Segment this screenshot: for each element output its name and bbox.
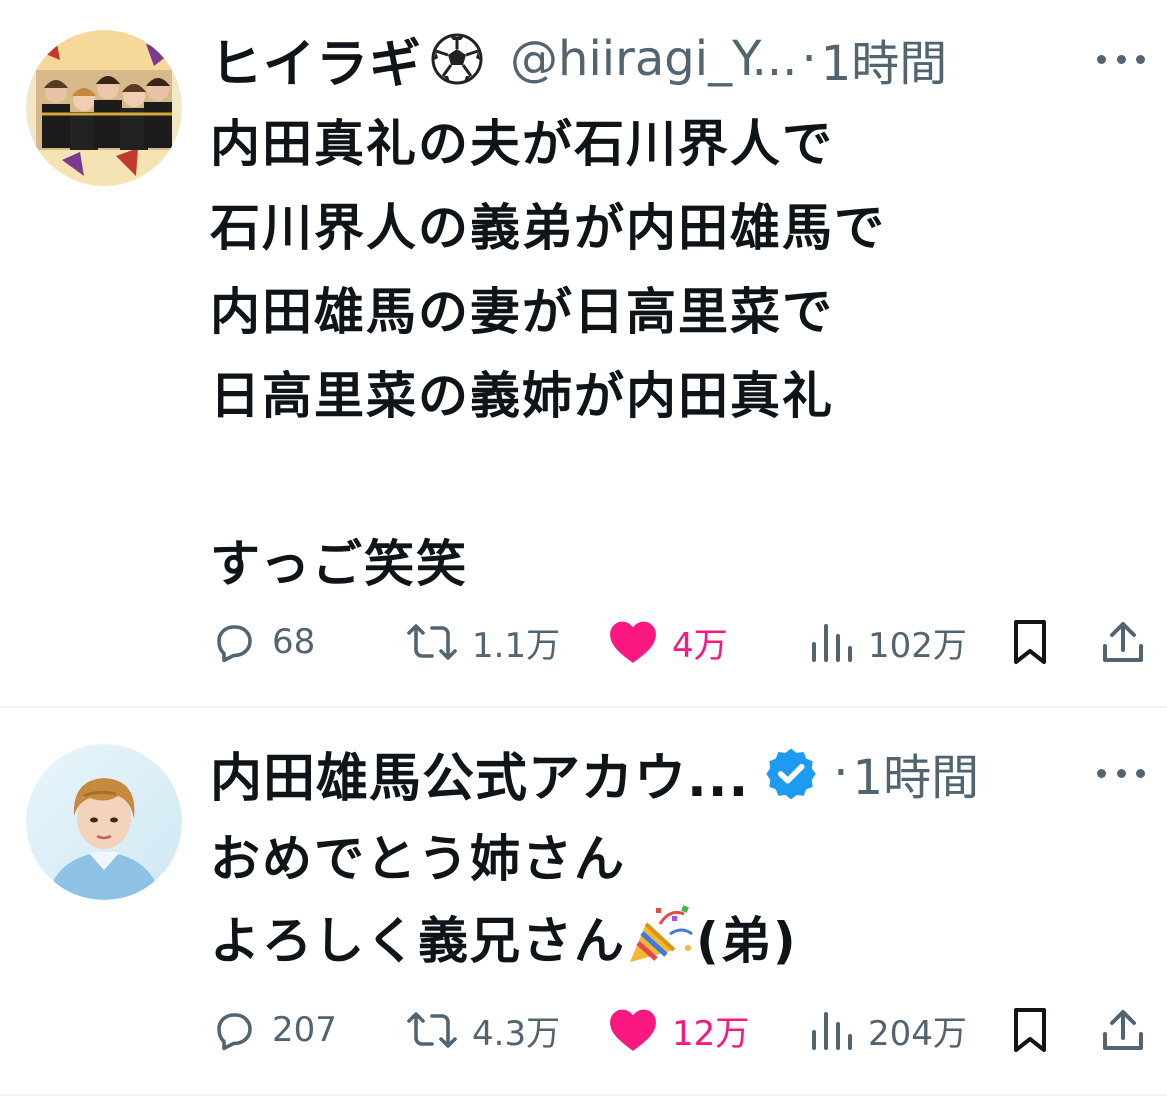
bookmark-icon — [1014, 620, 1046, 664]
soccer-ball-icon — [431, 33, 483, 85]
tweet-text-line: おめでとう姉さん — [210, 830, 626, 888]
tweet-text-line: 内田雄馬の妻が日高里菜で — [210, 283, 834, 341]
bookmark-icon — [1014, 1008, 1046, 1052]
tweet-text-line: 内田真礼の夫が石川界人で — [210, 115, 834, 173]
views-button[interactable]: 204万 — [810, 1000, 967, 1060]
avatar[interactable] — [26, 744, 182, 900]
author-name[interactable]: ヒイラギ — [210, 22, 422, 97]
heart-icon — [610, 1009, 656, 1051]
tweet-actions: 207 4.3万 12万 204万 — [210, 1000, 1150, 1060]
timestamp[interactable]: 1時間 — [821, 24, 948, 94]
tweet-text-line: 石川界人の義弟が内田雄馬で — [210, 199, 886, 257]
retweet-icon — [407, 624, 457, 660]
tweet-text-line: よろしく義兄さん (弟) — [210, 900, 1147, 982]
retweet-count: 1.1万 — [472, 625, 561, 666]
party-popper-icon — [630, 905, 693, 962]
tweet-header: 内田雄馬公式アカウ... · 1時間 — [210, 736, 1167, 811]
tweet-actions: 68 1.1万 4万 102万 — [210, 612, 1150, 672]
tweet-text-segment: (弟) — [696, 912, 798, 970]
separator-dot: · — [833, 745, 849, 801]
tweet-text-line: すっご笑笑 — [210, 535, 468, 593]
share-icon — [1103, 1010, 1143, 1050]
like-count: 4万 — [672, 625, 728, 666]
views-icon — [812, 1012, 852, 1050]
avatar[interactable] — [26, 30, 182, 186]
reply-count: 207 — [272, 1010, 337, 1050]
views-icon — [812, 624, 852, 662]
reply-icon — [217, 625, 252, 663]
retweet-button[interactable]: 1.1万 — [406, 612, 560, 672]
reply-button[interactable]: 207 — [210, 1000, 337, 1060]
reply-icon — [217, 1013, 252, 1051]
tweet[interactable]: 内田雄馬公式アカウ... · 1時間 おめでとう姉さん よろしく義兄さん (弟) — [0, 708, 1167, 1102]
tweet[interactable]: ヒイラギ @hiiragi_Y... · 1時間 内田真礼の夫が石川界人で 石川… — [0, 0, 1167, 706]
tweet-text-line: 日高里菜の義姉が内田真礼 — [210, 367, 834, 425]
tweet-text: おめでとう姉さん よろしく義兄さん (弟) — [210, 818, 1147, 982]
divider — [0, 1094, 1167, 1096]
retweet-button[interactable]: 4.3万 — [406, 1000, 560, 1060]
tweet-text: 内田真礼の夫が石川界人で 石川界人の義弟が内田雄馬で 内田雄馬の妻が日高里菜で … — [210, 102, 1147, 606]
like-count: 12万 — [672, 1013, 750, 1054]
timestamp[interactable]: 1時間 — [853, 738, 980, 808]
separator-dot: · — [801, 31, 817, 87]
author-handle[interactable]: @hiiragi_Y... — [510, 31, 797, 87]
share-button[interactable] — [1100, 612, 1146, 672]
bookmark-button[interactable] — [1010, 612, 1050, 672]
retweet-icon — [407, 1012, 457, 1048]
view-count: 102万 — [868, 625, 967, 666]
verified-badge-icon — [766, 748, 816, 800]
more-options-icon[interactable] — [1097, 39, 1145, 79]
reply-button[interactable]: 68 — [210, 612, 315, 672]
like-button[interactable]: 4万 — [608, 612, 728, 672]
reply-count: 68 — [272, 622, 316, 662]
author-name[interactable]: 内田雄馬公式アカウ... — [210, 736, 749, 811]
more-options-icon[interactable] — [1097, 753, 1145, 793]
bookmark-button[interactable] — [1010, 1000, 1050, 1060]
tweet-header: ヒイラギ @hiiragi_Y... · 1時間 — [210, 22, 1167, 97]
view-count: 204万 — [868, 1013, 967, 1054]
share-button[interactable] — [1100, 1000, 1146, 1060]
tweet-text-segment: よろしく義兄さん — [210, 912, 626, 970]
retweet-count: 4.3万 — [472, 1013, 561, 1054]
share-icon — [1103, 622, 1143, 662]
tweet-text-line — [210, 438, 1147, 522]
views-button[interactable]: 102万 — [810, 612, 967, 672]
heart-icon — [610, 621, 656, 663]
like-button[interactable]: 12万 — [608, 1000, 749, 1060]
